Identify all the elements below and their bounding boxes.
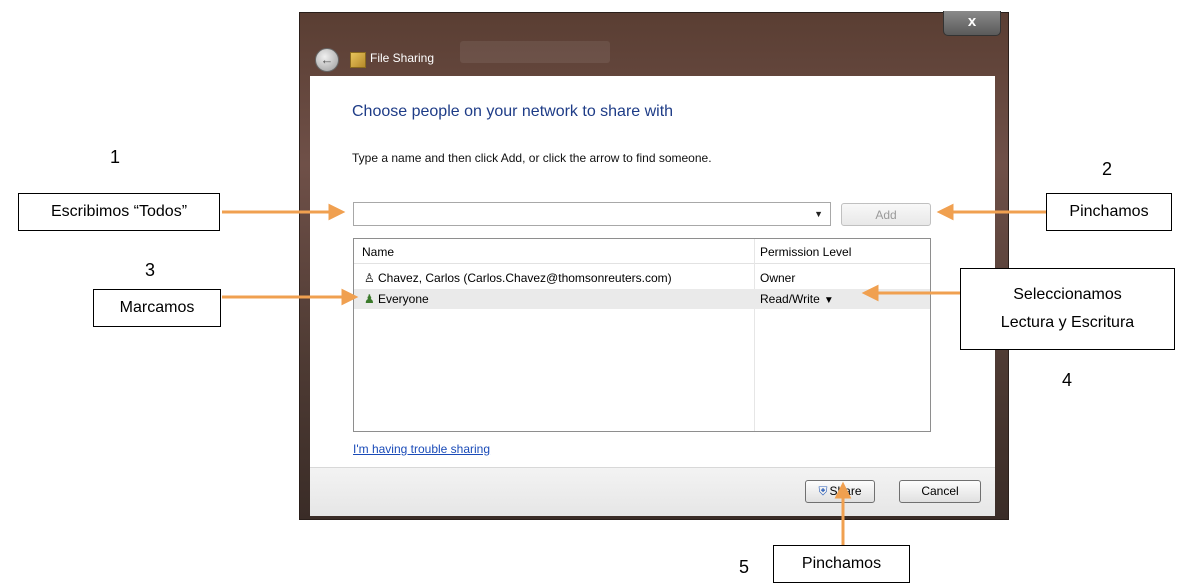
step-number-5: 5	[739, 557, 750, 577]
step-number-3: 3	[145, 260, 156, 280]
annotation-box-1: Escribimos “Todos”	[18, 193, 220, 231]
step-number-2: 2	[1102, 159, 1113, 179]
annotation-box-2: Pinchamos	[1046, 193, 1172, 231]
annotation-box-3: Marcamos	[93, 289, 221, 327]
annotation-box-5: Pinchamos	[773, 545, 910, 583]
annotation-4-line1: Seleccionamos	[1013, 286, 1122, 303]
annotation-4-line2: Lectura y Escritura	[1000, 314, 1135, 331]
step-number-1: 1	[110, 147, 121, 167]
annotation-box-4: Seleccionamos Lectura y Escritura	[960, 268, 1175, 350]
step-number-4: 4	[1062, 370, 1073, 390]
